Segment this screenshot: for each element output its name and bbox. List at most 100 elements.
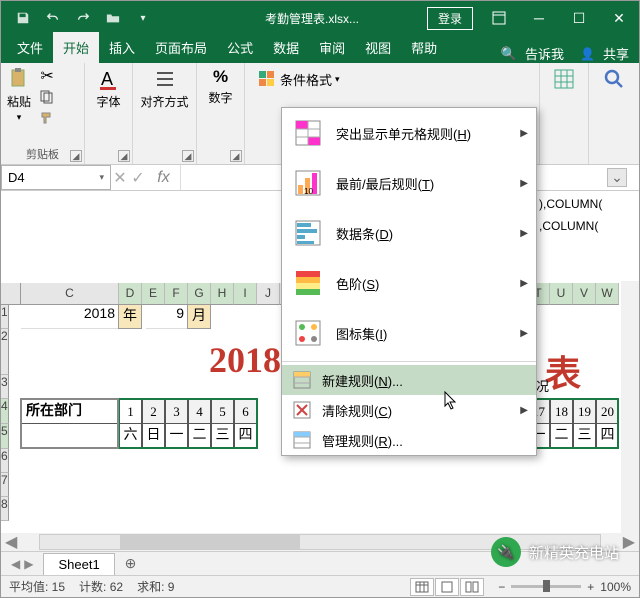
menu-new-rule[interactable]: 新建规则(N)... bbox=[282, 365, 536, 395]
fx-icon[interactable]: fx bbox=[149, 169, 177, 187]
share-label[interactable]: 共享 bbox=[603, 44, 629, 63]
tellme-label[interactable]: 告诉我 bbox=[525, 44, 564, 63]
cell-F1[interactable]: 9 bbox=[146, 305, 188, 329]
tellme-icon[interactable]: 🔍 bbox=[501, 46, 517, 62]
open-icon[interactable] bbox=[99, 5, 127, 31]
row-1[interactable]: 1 bbox=[1, 305, 9, 329]
col-E[interactable]: E bbox=[142, 283, 165, 305]
vertical-scrollbar[interactable] bbox=[621, 281, 639, 533]
cells-button[interactable] bbox=[546, 67, 582, 91]
col-U[interactable]: U bbox=[550, 283, 573, 305]
col-G[interactable]: G bbox=[188, 283, 211, 305]
row-5[interactable]: 5 bbox=[1, 424, 9, 449]
enter-formula-icon[interactable]: ✓ bbox=[131, 168, 144, 188]
qat-more-icon[interactable]: ▾ bbox=[129, 5, 157, 31]
col-V[interactable]: V bbox=[573, 283, 596, 305]
conditional-formatting-button[interactable]: 条件格式 ▾ bbox=[251, 67, 349, 91]
tab-formulas[interactable]: 公式 bbox=[217, 32, 263, 63]
col-D[interactable]: D bbox=[119, 283, 142, 305]
col-I[interactable]: I bbox=[234, 283, 257, 305]
menu-data-bars[interactable]: 数据条(D) ▶ bbox=[282, 208, 536, 258]
name-box-value: D4 bbox=[8, 170, 25, 185]
row-2[interactable]: 2 bbox=[1, 329, 9, 375]
clipboard-launcher-icon[interactable]: ◢ bbox=[70, 150, 82, 162]
maximize-icon[interactable]: ☐ bbox=[559, 1, 599, 35]
row-4[interactable]: 4 bbox=[1, 399, 9, 424]
row-6[interactable]: 6 bbox=[1, 449, 9, 473]
login-button[interactable]: 登录 bbox=[427, 7, 473, 30]
cell-C1[interactable]: 2018 bbox=[21, 305, 119, 329]
normal-view-icon[interactable] bbox=[410, 578, 434, 596]
svg-text:A: A bbox=[101, 69, 113, 89]
tab-review[interactable]: 审阅 bbox=[309, 32, 355, 63]
clear-rules-icon bbox=[292, 400, 312, 420]
paste-button[interactable]: 粘贴 ▾ bbox=[7, 67, 31, 127]
watermark: 🔌 新精英充电站 bbox=[491, 537, 619, 567]
close-icon[interactable]: ✕ bbox=[599, 1, 639, 35]
align-launcher-icon[interactable]: ◢ bbox=[182, 150, 194, 162]
format-painter-icon[interactable] bbox=[37, 109, 57, 127]
number-label: 数字 bbox=[208, 89, 232, 106]
cell-G1[interactable]: 月 bbox=[187, 304, 211, 329]
zoom-level[interactable]: 100% bbox=[600, 580, 631, 594]
sheet-next-icon[interactable]: ▶ bbox=[24, 557, 33, 571]
save-icon[interactable] bbox=[9, 5, 37, 31]
tab-layout[interactable]: 页面布局 bbox=[145, 32, 217, 63]
quick-access-toolbar: ▾ bbox=[1, 5, 157, 31]
redo-icon[interactable] bbox=[69, 5, 97, 31]
zoom-in-icon[interactable]: + bbox=[587, 580, 594, 594]
status-sum: 求和: 9 bbox=[137, 578, 174, 595]
row-7[interactable]: 7 bbox=[1, 473, 9, 497]
menu-icon-sets[interactable]: 图标集(I) ▶ bbox=[282, 308, 536, 358]
data-bars-icon bbox=[292, 217, 324, 249]
zoom-control[interactable]: − + 100% bbox=[498, 580, 631, 594]
row-3[interactable]: 3 bbox=[1, 375, 9, 399]
menu-color-scales[interactable]: 色阶(S) ▶ bbox=[282, 258, 536, 308]
tab-home[interactable]: 开始 bbox=[53, 32, 99, 63]
sheet-prev-icon[interactable]: ◀ bbox=[11, 557, 20, 571]
share-icon[interactable]: 👤 bbox=[580, 47, 595, 61]
menu-manage-rules[interactable]: 管理规则(R)... bbox=[282, 425, 536, 455]
page-break-view-icon[interactable] bbox=[460, 578, 484, 596]
number-button[interactable]: % 数字 bbox=[203, 67, 238, 106]
font-button[interactable]: A 字体 bbox=[91, 67, 126, 110]
font-launcher-icon[interactable]: ◢ bbox=[118, 150, 130, 162]
undo-icon[interactable] bbox=[39, 5, 67, 31]
tab-insert[interactable]: 插入 bbox=[99, 32, 145, 63]
menu-clear-rules[interactable]: 清除规则(C) ▶ bbox=[282, 395, 536, 425]
cancel-formula-icon[interactable]: ✕ bbox=[113, 168, 126, 188]
status-count: 计数: 62 bbox=[79, 578, 123, 595]
minimize-icon[interactable]: ─ bbox=[519, 1, 559, 35]
page-layout-view-icon[interactable] bbox=[435, 578, 459, 596]
row-8[interactable]: 8 bbox=[1, 497, 9, 521]
find-button[interactable] bbox=[595, 67, 633, 91]
number-launcher-icon[interactable]: ◢ bbox=[230, 150, 242, 162]
cut-icon[interactable]: ✂ bbox=[37, 67, 57, 85]
tab-view[interactable]: 视图 bbox=[355, 32, 401, 63]
col-J[interactable]: J bbox=[257, 283, 280, 305]
col-C[interactable]: C bbox=[21, 283, 119, 305]
copy-icon[interactable] bbox=[37, 88, 57, 106]
name-box[interactable]: D4▾ bbox=[1, 165, 111, 190]
submenu-arrow-icon: ▶ bbox=[520, 278, 528, 289]
group-cells bbox=[539, 63, 589, 164]
cell-D1[interactable]: 年 bbox=[118, 304, 142, 329]
alignment-button[interactable]: 对齐方式 bbox=[139, 67, 190, 110]
col-W[interactable]: W bbox=[596, 283, 619, 305]
icon-sets-icon bbox=[292, 317, 324, 349]
formula-expand-icon[interactable]: ⌄ bbox=[607, 168, 627, 187]
formula-overflow: ),COLUMN( ,COLUMN( bbox=[539, 193, 602, 237]
group-font: A 字体 ◢ bbox=[85, 63, 133, 164]
tab-help[interactable]: 帮助 bbox=[401, 32, 447, 63]
ribbon-options-icon[interactable] bbox=[479, 1, 519, 35]
col-F[interactable]: F bbox=[165, 283, 188, 305]
tab-data[interactable]: 数据 bbox=[263, 32, 309, 63]
menu-top-bottom[interactable]: 10 最前/最后规则(T) ▶ bbox=[282, 158, 536, 208]
add-sheet-icon[interactable]: ⊕ bbox=[115, 555, 147, 572]
zoom-out-icon[interactable]: − bbox=[498, 580, 505, 594]
sheet-tab[interactable]: Sheet1 bbox=[43, 553, 114, 575]
tab-file[interactable]: 文件 bbox=[7, 32, 53, 63]
window-title: 考勤管理表.xlsx... bbox=[157, 10, 427, 27]
col-H[interactable]: H bbox=[211, 283, 234, 305]
menu-highlight-cells[interactable]: 突出显示单元格规则(H) ▶ bbox=[282, 108, 536, 158]
